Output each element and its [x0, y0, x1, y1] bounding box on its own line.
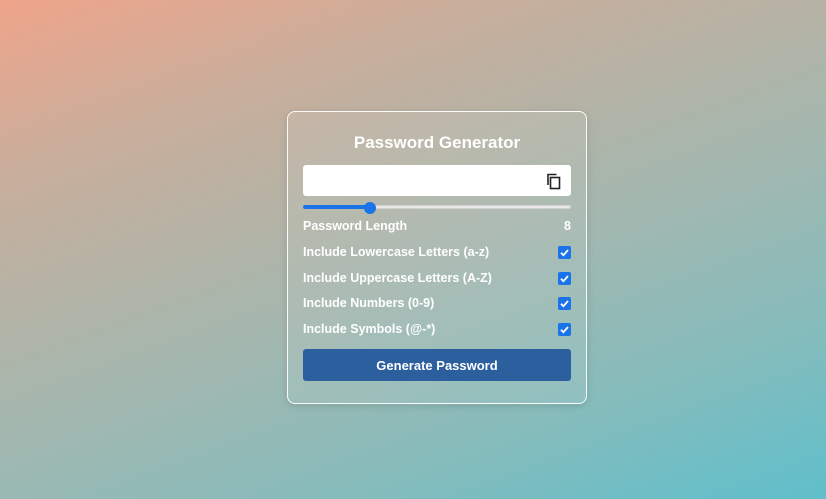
option-label: Include Uppercase Letters (A-Z): [303, 271, 492, 285]
option-label: Include Symbols (@-*): [303, 322, 436, 336]
copy-icon[interactable]: [545, 172, 563, 190]
length-label: Password Length: [303, 219, 408, 233]
option-label: Include Numbers (0-9): [303, 296, 435, 310]
page-title: Password Generator: [353, 133, 521, 152]
option-numbers: Include Numbers (0-9): [303, 295, 571, 313]
password-input[interactable]: [309, 165, 533, 198]
option-uppercase: Include Uppercase Letters (A-Z): [303, 270, 571, 288]
slider-fill: [303, 205, 370, 209]
password-output-field[interactable]: [303, 165, 571, 198]
uppercase-checkbox[interactable]: [558, 272, 571, 285]
lowercase-checkbox[interactable]: [558, 246, 571, 259]
password-generator-card: Password Generator Password Length 8 Inc…: [287, 111, 587, 404]
slider-thumb[interactable]: [364, 202, 376, 214]
length-row: Password Length 8: [303, 218, 571, 236]
length-value: 8: [564, 219, 571, 233]
option-label: Include Lowercase Letters (a-z): [303, 245, 490, 259]
option-symbols: Include Symbols (@-*): [303, 321, 571, 339]
length-slider[interactable]: [303, 202, 571, 214]
option-lowercase: Include Lowercase Letters (a-z): [303, 244, 571, 262]
numbers-checkbox[interactable]: [558, 297, 571, 310]
symbols-checkbox[interactable]: [558, 323, 571, 336]
generate-password-button[interactable]: Generate Password: [303, 349, 571, 381]
